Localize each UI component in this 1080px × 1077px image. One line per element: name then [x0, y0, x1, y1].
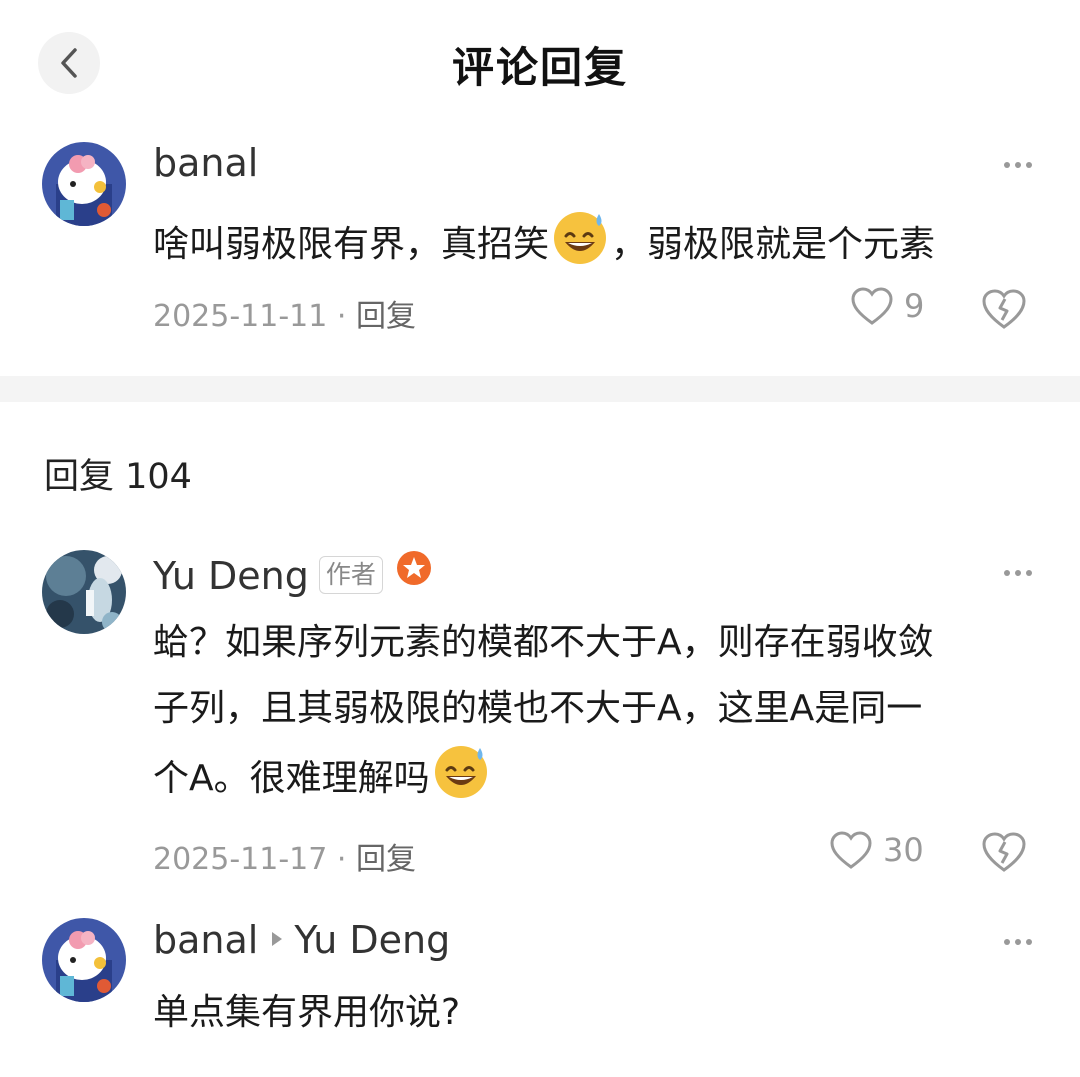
heart-outline-icon: [830, 831, 872, 869]
comment-text-part: 啥叫弱极限有界，真招笑: [153, 224, 550, 265]
page-title: 评论回复: [451, 43, 628, 92]
sweat-smile-emoji: [434, 746, 487, 798]
reply-text: 蛤？如果序列元素的模都不大于A，则存在弱收敛 子列，且其弱极限的模也不大于A，这…: [153, 610, 1053, 812]
broken-heart-icon: [982, 832, 1026, 872]
reply-link[interactable]: 回复: [356, 299, 416, 334]
comment-meta: 2025-11-11 · 回复: [153, 291, 416, 335]
dislike-button[interactable]: [981, 830, 1027, 876]
like-count: 9: [904, 287, 925, 325]
section-divider: [0, 376, 1080, 402]
more-button[interactable]: [996, 558, 1040, 588]
dislike-button[interactable]: [981, 287, 1027, 333]
more-dots-icon: [1004, 162, 1032, 168]
reply-text-line: 个A。很难理解吗: [153, 758, 430, 799]
author-badge: 作者: [318, 556, 383, 594]
heart-outline-icon: [851, 287, 893, 325]
reply-link[interactable]: 回复: [356, 842, 416, 877]
replies-header: 回复 104: [44, 457, 192, 497]
reply-meta: 2025-11-17 · 回复: [153, 834, 416, 878]
meta-separator: ·: [327, 299, 356, 334]
reply-author: banal Yu Deng: [153, 918, 450, 962]
top-bar: 评论回复: [0, 0, 1080, 128]
avatar[interactable]: [42, 142, 126, 226]
comment-date: 2025-11-11: [153, 299, 328, 334]
orange-star-badge-icon: [396, 551, 431, 585]
reply-text-line: 子列，且其弱极限的模也不大于A，这里A是同一: [153, 688, 923, 729]
broken-heart-icon: [982, 289, 1026, 329]
meta-separator: ·: [327, 842, 356, 877]
like-count: 30: [883, 831, 924, 869]
reply-to-name[interactable]: Yu Deng: [294, 918, 450, 962]
more-button[interactable]: [996, 927, 1040, 957]
comment-text: 啥叫弱极限有界，真招笑 ，弱极限就是个元素: [153, 208, 935, 278]
comment-author[interactable]: banal: [153, 141, 258, 185]
reply-date: 2025-11-17: [153, 842, 328, 877]
comment-text-part: ，弱极限就是个元素: [611, 224, 936, 265]
avatar[interactable]: [42, 550, 126, 634]
reply-author-name[interactable]: Yu Deng: [153, 554, 309, 598]
reply-author-name[interactable]: banal: [153, 918, 258, 962]
like-button[interactable]: 30: [829, 830, 924, 870]
more-button[interactable]: [996, 150, 1040, 180]
reply-text-line-wrap: 个A。很难理解吗: [153, 742, 1053, 812]
like-button[interactable]: 9: [850, 286, 924, 326]
reply-text-line: 蛤？如果序列元素的模都不大于A，则存在弱收敛: [153, 622, 934, 663]
reply-arrow-icon: [272, 932, 283, 946]
sweat-smile-emoji: [554, 212, 607, 264]
reply-author: Yu Deng 作者: [153, 549, 433, 598]
more-dots-icon: [1004, 570, 1032, 576]
more-dots-icon: [1004, 939, 1032, 945]
avatar[interactable]: [42, 918, 126, 1002]
reply-text: 单点集有界用你说?: [153, 992, 461, 1033]
